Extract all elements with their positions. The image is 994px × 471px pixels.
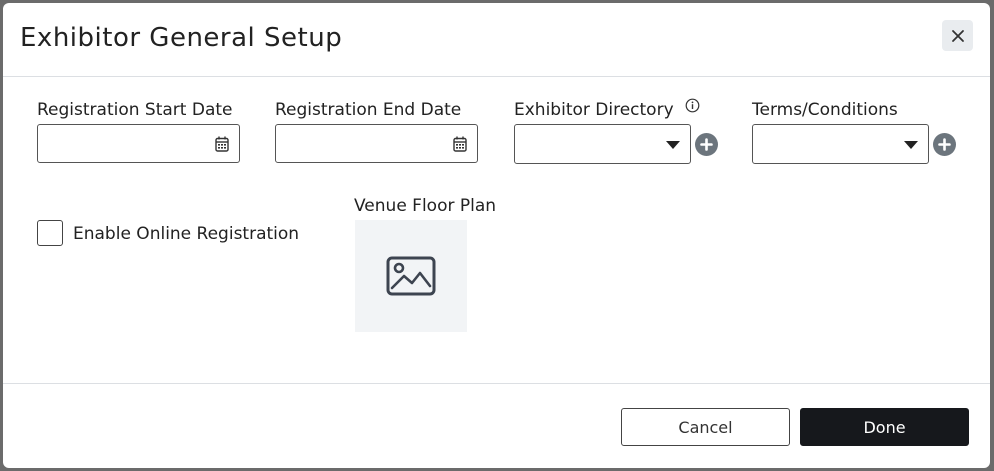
terms-conditions-label: Terms/Conditions — [752, 100, 898, 120]
chevron-down-icon — [666, 141, 680, 149]
exhibitor-directory-select[interactable] — [514, 124, 691, 164]
enable-online-registration-label[interactable]: Enable Online Registration — [73, 224, 299, 244]
calendar-icon[interactable] — [215, 136, 229, 152]
add-terms-conditions-button[interactable] — [933, 133, 956, 156]
close-button[interactable] — [942, 20, 973, 51]
add-exhibitor-directory-button[interactable] — [695, 133, 718, 156]
exhibitor-setup-dialog: Exhibitor General Setup Registration Sta… — [3, 3, 990, 468]
terms-conditions-select[interactable] — [752, 124, 929, 164]
done-button[interactable]: Done — [800, 408, 969, 446]
registration-end-input[interactable] — [275, 124, 478, 163]
calendar-icon[interactable] — [453, 136, 467, 152]
venue-floor-plan-upload[interactable] — [355, 220, 467, 332]
venue-floor-plan-label: Venue Floor Plan — [354, 196, 497, 216]
cancel-button[interactable]: Cancel — [621, 408, 790, 446]
close-icon — [951, 29, 964, 42]
dialog-title: Exhibitor General Setup — [20, 23, 343, 53]
chevron-down-icon — [904, 141, 918, 149]
registration-start-label: Registration Start Date — [37, 100, 233, 120]
exhibitor-directory-label: Exhibitor Directory — [514, 100, 674, 120]
image-placeholder-icon — [386, 256, 436, 296]
info-icon[interactable] — [685, 98, 700, 113]
registration-start-input[interactable] — [37, 124, 240, 163]
registration-end-label: Registration End Date — [275, 100, 462, 120]
dialog-header: Exhibitor General Setup — [3, 3, 990, 77]
enable-online-registration-checkbox[interactable] — [37, 220, 63, 246]
plus-circle-icon — [938, 138, 951, 151]
footer-divider — [3, 383, 990, 384]
plus-circle-icon — [700, 138, 713, 151]
